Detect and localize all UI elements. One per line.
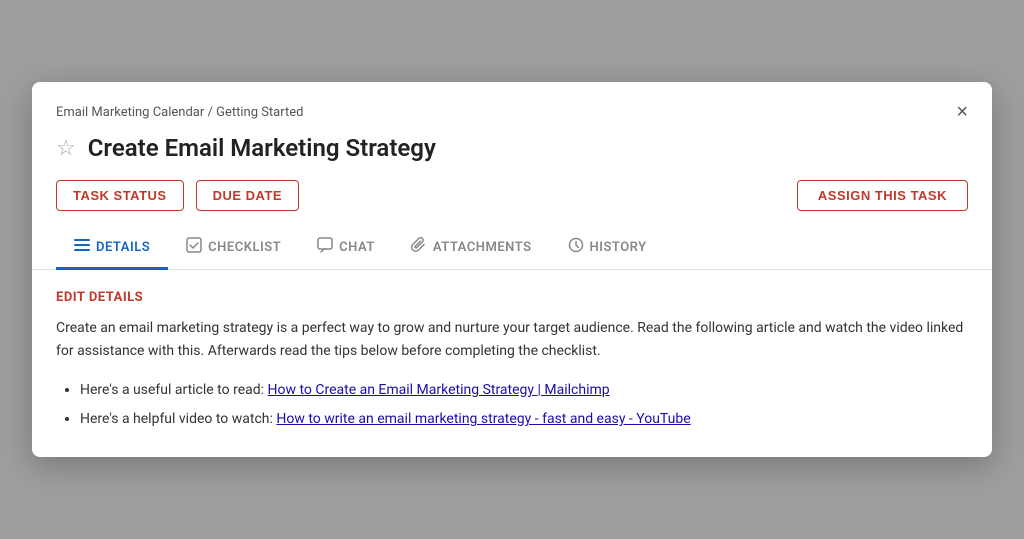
tab-chat-label: CHAT xyxy=(339,240,375,255)
links-list: Here's a useful article to read: How to … xyxy=(56,378,968,432)
link-prefix-2: Here's a helpful video to watch: xyxy=(80,411,276,427)
tab-attachments-label: ATTACHMENTS xyxy=(433,240,532,255)
task-status-button[interactable]: TASK STATUS xyxy=(56,180,184,211)
assign-task-button[interactable]: ASSIGN THIS TASK xyxy=(797,180,968,211)
tabs-row: DETAILS CHECKLIST CHAT xyxy=(32,227,992,270)
tab-checklist[interactable]: CHECKLIST xyxy=(168,227,299,270)
modal-body: EDIT DETAILS Create an email marketing s… xyxy=(32,270,992,456)
tab-details-label: DETAILS xyxy=(96,240,150,255)
modal: Email Marketing Calendar / Getting Start… xyxy=(32,82,992,456)
article-link[interactable]: How to Create an Email Marketing Strateg… xyxy=(268,382,610,398)
close-button[interactable]: × xyxy=(956,102,968,122)
tab-chat[interactable]: CHAT xyxy=(299,227,393,270)
breadcrumb-text: Email Marketing Calendar / Getting Start… xyxy=(56,105,303,120)
due-date-button[interactable]: DUE DATE xyxy=(196,180,299,211)
attachments-icon xyxy=(411,237,427,257)
checklist-icon xyxy=(186,237,202,257)
edit-details-label: EDIT DETAILS xyxy=(56,290,968,305)
tab-checklist-label: CHECKLIST xyxy=(208,240,281,255)
tab-details[interactable]: DETAILS xyxy=(56,227,168,270)
list-item: Here's a useful article to read: How to … xyxy=(80,378,968,403)
task-title: Create Email Marketing Strategy xyxy=(88,134,436,162)
modal-header: Email Marketing Calendar / Getting Start… xyxy=(32,82,992,227)
list-item: Here's a helpful video to watch: How to … xyxy=(80,407,968,432)
video-link[interactable]: How to write an email marketing strategy… xyxy=(276,411,690,427)
tab-history-label: HISTORY xyxy=(590,240,647,255)
star-icon[interactable]: ☆ xyxy=(56,136,76,161)
tab-attachments[interactable]: ATTACHMENTS xyxy=(393,227,550,270)
history-icon xyxy=(568,237,584,257)
details-icon xyxy=(74,237,90,257)
chat-icon xyxy=(317,237,333,257)
link-prefix-1: Here's a useful article to read: xyxy=(80,382,268,398)
breadcrumb: Email Marketing Calendar / Getting Start… xyxy=(56,102,968,122)
description: Create an email marketing strategy is a … xyxy=(56,317,968,362)
action-row: TASK STATUS DUE DATE ASSIGN THIS TASK xyxy=(56,180,968,227)
modal-overlay: Email Marketing Calendar / Getting Start… xyxy=(0,0,1024,539)
tab-history[interactable]: HISTORY xyxy=(550,227,665,270)
title-row: ☆ Create Email Marketing Strategy xyxy=(56,134,968,162)
